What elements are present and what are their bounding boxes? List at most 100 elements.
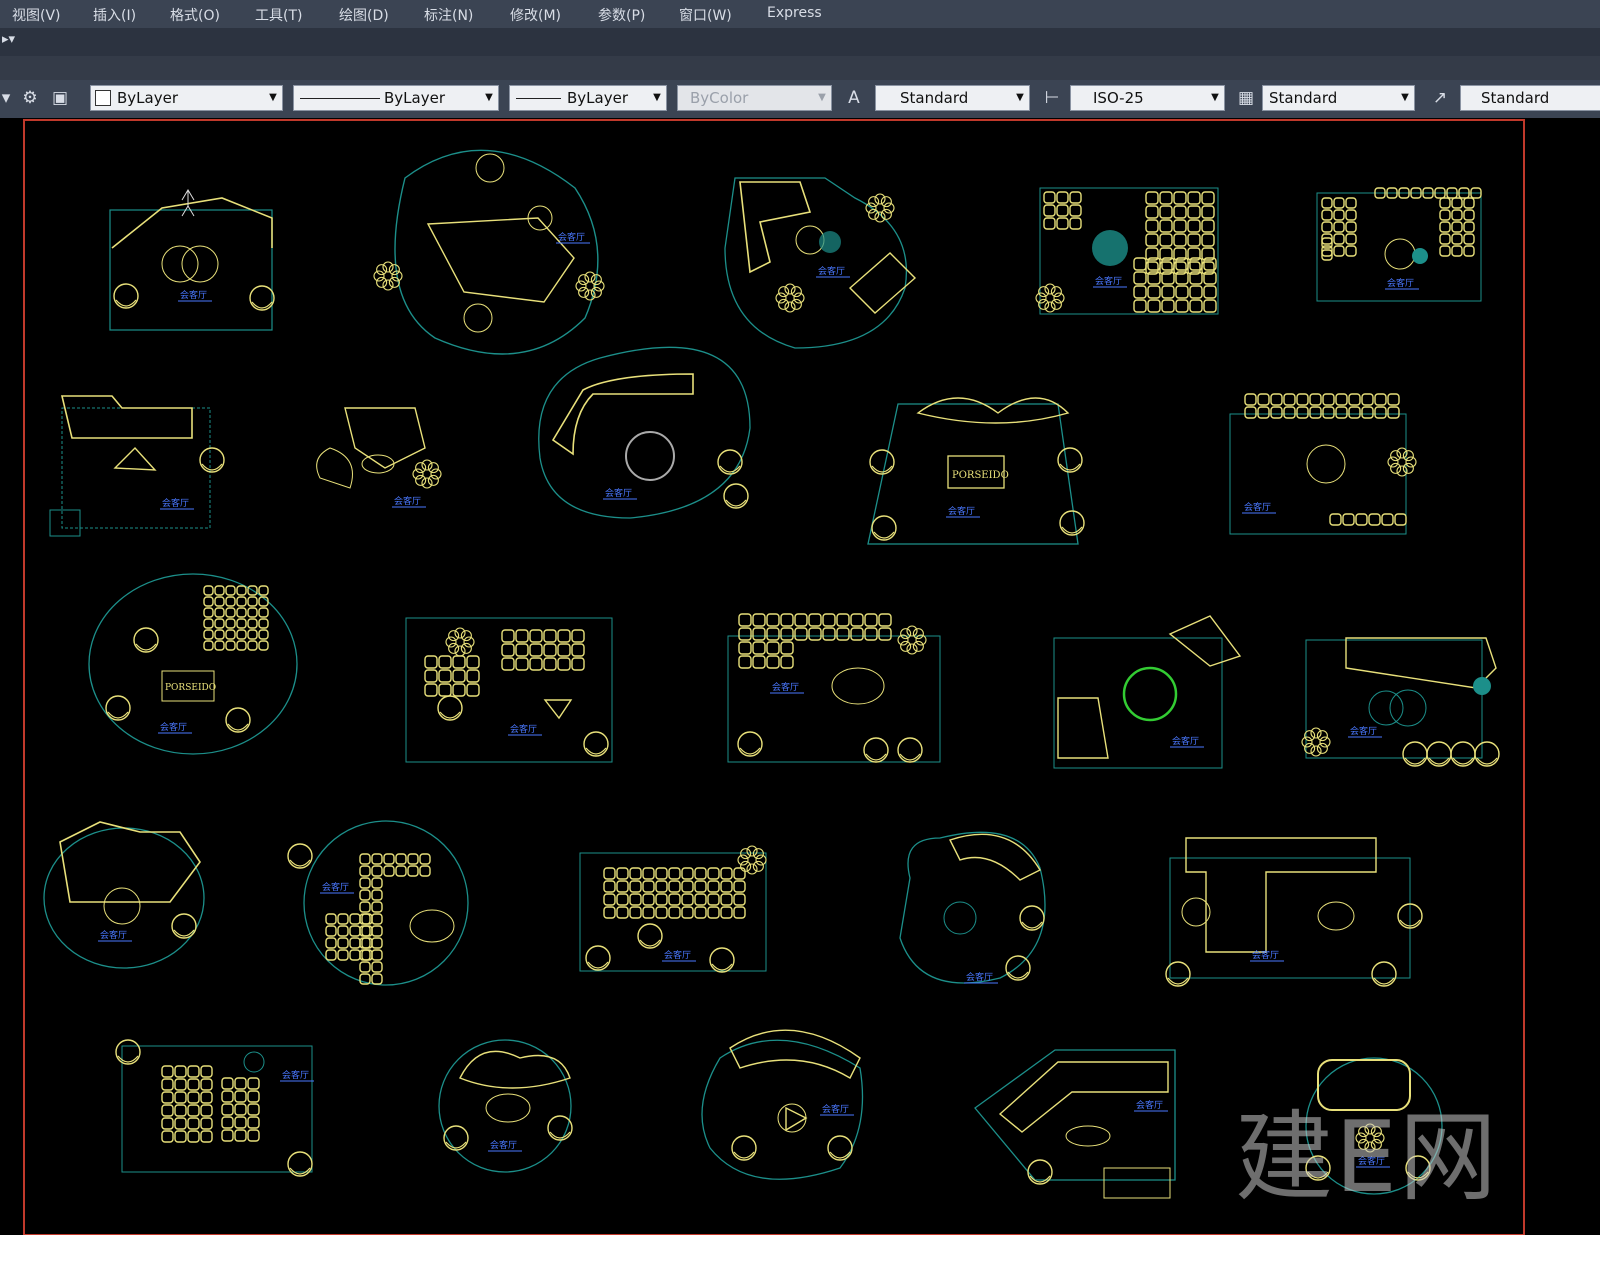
chevron-down-icon: ▼: [485, 92, 493, 103]
menu-dimension[interactable]: 标注(N): [424, 5, 473, 25]
chair: [709, 947, 735, 973]
chair: [717, 449, 743, 475]
text-style-icon[interactable]: A: [842, 85, 866, 111]
linetype-combo[interactable]: ByLayer ▼: [293, 85, 499, 111]
seat-grid: [603, 867, 746, 919]
gear-icon[interactable]: ⚙: [18, 85, 42, 111]
plotstyle-combo: ByColor ▼: [677, 85, 832, 111]
seat-grid: [1439, 197, 1475, 257]
chevron-down-icon: ▼: [269, 92, 277, 103]
block-label: 会客厅: [822, 1103, 849, 1115]
seat-grid: [203, 585, 269, 651]
text-style-combo[interactable]: Standard ▼: [875, 85, 1030, 111]
chair: [225, 707, 251, 733]
plotstyle-value: ByColor: [690, 89, 749, 107]
chair: [863, 737, 889, 763]
tab-strip: ▸▾: [0, 28, 1600, 56]
floorplan-drawing: 会客厅会客厅会客厅会客厅 会客厅会客厅 会客厅会客厅PORSEIDO会客厅 会客厅PO…: [23, 119, 1525, 1235]
chair: [1059, 510, 1085, 536]
menu-insert[interactable]: 插入(I): [93, 5, 136, 25]
seat-grid: [1133, 257, 1217, 313]
ribbon-spacer: [0, 56, 1600, 80]
chair: [1402, 741, 1428, 767]
plant: [412, 459, 442, 489]
menu-express[interactable]: Express: [767, 5, 822, 21]
seat-grid: [1329, 513, 1407, 526]
chair: [731, 1135, 757, 1161]
block-label: 会客厅: [948, 505, 975, 517]
multileader-style-icon[interactable]: ↗: [1428, 85, 1452, 111]
menu-modify[interactable]: 修改(M): [510, 5, 561, 25]
lineweight-value: ByLayer: [567, 89, 628, 107]
menu-window[interactable]: 窗口(W): [679, 5, 732, 25]
block-label: 会客厅: [322, 881, 349, 893]
drawing-canvas[interactable]: 会客厅 会客厅 会客厅 会客厅 会客厅 会客厅 会客厅 会客厅 PORSEIDO 会客厅 会客厅 PO…: [0, 118, 1600, 1235]
seat-grid: [161, 1065, 213, 1143]
chair: [737, 731, 763, 757]
menu-parametric[interactable]: 参数(P): [598, 5, 645, 25]
furniture-blocks: 会客厅会客厅会客厅会客厅 会客厅会客厅 会客厅会客厅PORSEIDO会客厅 会客厅PO…: [43, 149, 1500, 1199]
chair: [1057, 447, 1083, 473]
logo-rug: PORSEIDO: [952, 470, 1009, 481]
chair: [1426, 741, 1452, 767]
dim-style-icon[interactable]: ⊢: [1040, 85, 1064, 111]
status-strip: [0, 1235, 1600, 1265]
block-label: 会客厅: [1095, 275, 1122, 287]
multileader-style-combo[interactable]: Standard: [1460, 85, 1600, 111]
menu-bar: 视图(V) 插入(I) 格式(O) 工具(T) 绘图(D) 标注(N) 修改(M…: [0, 0, 1600, 28]
chair: [199, 447, 225, 473]
block-label: 会客厅: [100, 929, 127, 941]
seat-grid: [359, 853, 431, 877]
block-label: 会客厅: [605, 487, 632, 499]
chair: [115, 1039, 141, 1065]
seat-grid: [221, 1077, 260, 1142]
chair: [583, 731, 609, 757]
block-label: 会客厅: [1252, 949, 1279, 961]
menu-format[interactable]: 格式(O): [170, 5, 220, 25]
lineweight-combo[interactable]: ByLayer ▼: [509, 85, 667, 111]
chair: [585, 945, 611, 971]
linetype-preview: [300, 98, 380, 99]
chevron-down-icon: ▼: [1211, 92, 1219, 103]
block-label: 会客厅: [1172, 735, 1199, 747]
block-label: 会客厅: [966, 971, 993, 983]
block-label: 会客厅: [282, 1069, 309, 1081]
watermark-logo: 建E网: [1235, 1101, 1499, 1215]
dim-style-combo[interactable]: ISO-25 ▼: [1070, 85, 1225, 111]
chair: [249, 285, 275, 311]
chevron-down-icon: ▼: [1016, 92, 1024, 103]
table-style-combo[interactable]: Standard ▼: [1262, 85, 1415, 111]
chair: [869, 449, 895, 475]
chair: [871, 515, 897, 541]
table-style-icon[interactable]: ▦: [1234, 85, 1258, 111]
block-label: 会客厅: [1244, 501, 1271, 513]
menu-tools[interactable]: 工具(T): [255, 5, 302, 25]
layer-isolate-icon[interactable]: ▣: [48, 85, 72, 111]
chevron-down-icon: ▼: [1401, 92, 1409, 103]
chair: [287, 843, 313, 869]
chevron-down-icon: ▼: [653, 92, 661, 103]
seat-grid: [359, 877, 383, 985]
chair: [637, 923, 663, 949]
block-label: 会客厅: [180, 289, 207, 301]
plant: [897, 625, 927, 655]
seat-grid: [1321, 237, 1333, 261]
chair: [113, 283, 139, 309]
block-label: 会客厅: [1387, 277, 1414, 289]
overflow-icon[interactable]: ▸▾: [2, 32, 15, 47]
chair: [723, 483, 749, 509]
seat-grid: [501, 629, 585, 671]
color-combo[interactable]: ByLayer ▼: [90, 85, 283, 111]
chair: [897, 737, 923, 763]
chair: [1019, 905, 1045, 931]
plant: [737, 845, 767, 875]
block-label: 会客厅: [818, 265, 845, 277]
seat-grid: [424, 655, 480, 697]
plant: [775, 283, 805, 313]
menu-draw[interactable]: 绘图(D): [339, 5, 389, 25]
block-label: 会客厅: [490, 1139, 517, 1151]
menu-view[interactable]: 视图(V): [12, 5, 61, 25]
toolbar-dropdown-arrow-icon[interactable]: ▾: [0, 85, 12, 111]
block-label: 会客厅: [160, 721, 187, 733]
block-label: 会客厅: [1136, 1099, 1163, 1111]
